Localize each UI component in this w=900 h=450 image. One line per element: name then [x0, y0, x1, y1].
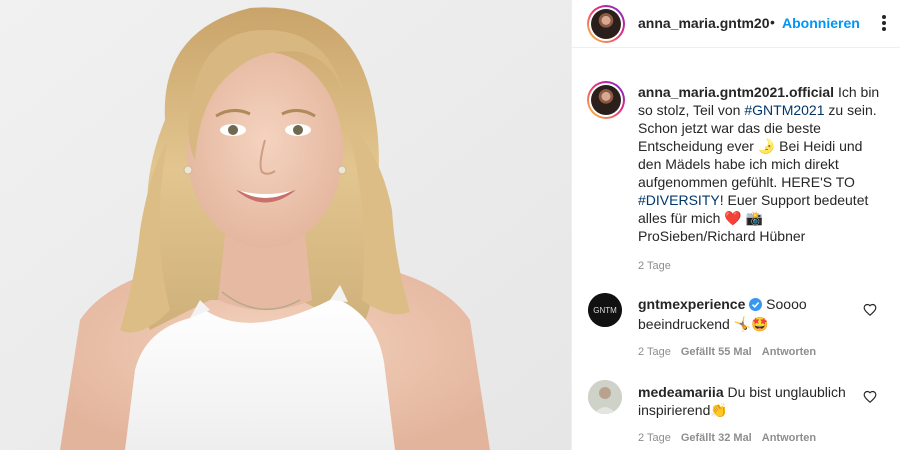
moon-emoji-icon: 🌛 [757, 138, 776, 154]
comment-username[interactable]: medeamariia [638, 384, 724, 400]
comment-time[interactable]: 2 Tage [638, 346, 671, 358]
comment-avatar[interactable] [588, 380, 622, 414]
instagram-post: anna_maria.gntm202 • Abonnieren anna_mar… [0, 0, 900, 450]
camera-emoji-icon: 📸 [745, 210, 764, 226]
more-options-icon[interactable] [874, 11, 894, 33]
comment-meta: 2 Tage Gefällt 32 Mal Antworten [638, 432, 816, 444]
caption-avatar[interactable] [587, 81, 625, 119]
gntm-logo-text: GNTM [593, 306, 617, 315]
portrait-illustration [0, 0, 571, 450]
hashtag-gntm2021[interactable]: #GNTM2021 [744, 102, 824, 118]
comment-emojis: 👏 [710, 402, 728, 418]
follow-button[interactable]: Abonnieren [782, 15, 860, 31]
comment-avatar[interactable]: GNTM [588, 293, 622, 327]
author-avatar[interactable] [587, 5, 625, 43]
header-separator: • [770, 14, 775, 30]
hashtag-diversity[interactable]: #DIVERSITY [638, 192, 720, 208]
post-caption: anna_maria.gntm2021.official Ich bin so … [638, 83, 883, 245]
heart-icon[interactable] [863, 303, 877, 317]
comment-body: gntmexperience Soooo beeindruckend 🤸🤩 [638, 295, 863, 333]
heart-icon[interactable] [863, 390, 877, 404]
caption-text-5: ProSieben/Richard Hübner [638, 228, 806, 244]
caption-time[interactable]: 2 Tage [638, 260, 671, 272]
caption-timestamp: 2 Tage [638, 260, 671, 272]
verified-badge-icon [749, 297, 763, 315]
author-username[interactable]: anna_maria.gntm202 [638, 15, 770, 31]
post-header: anna_maria.gntm202 • Abonnieren [572, 0, 900, 48]
comment-time[interactable]: 2 Tage [638, 432, 671, 444]
comment-likes[interactable]: Gefällt 32 Mal [681, 432, 752, 444]
comment-likes[interactable]: Gefällt 55 Mal [681, 346, 752, 358]
post-side-panel: anna_maria.gntm202 • Abonnieren anna_mar… [571, 0, 900, 450]
caption-username[interactable]: anna_maria.gntm2021.official [638, 84, 834, 100]
comment-emojis: 🤸🤩 [733, 316, 769, 332]
user-photo-icon [588, 380, 622, 414]
reply-button[interactable]: Antworten [762, 346, 816, 358]
reply-button[interactable]: Antworten [762, 432, 816, 444]
gntm-logo-icon: GNTM [588, 293, 622, 327]
comment-meta: 2 Tage Gefällt 55 Mal Antworten [638, 346, 816, 358]
heart-emoji-icon: ❤️ [724, 210, 742, 226]
comment-username[interactable]: gntmexperience [638, 296, 745, 312]
comment-body: medeamariia Du bist unglaublich inspirie… [638, 383, 863, 419]
post-photo[interactable] [0, 0, 571, 450]
